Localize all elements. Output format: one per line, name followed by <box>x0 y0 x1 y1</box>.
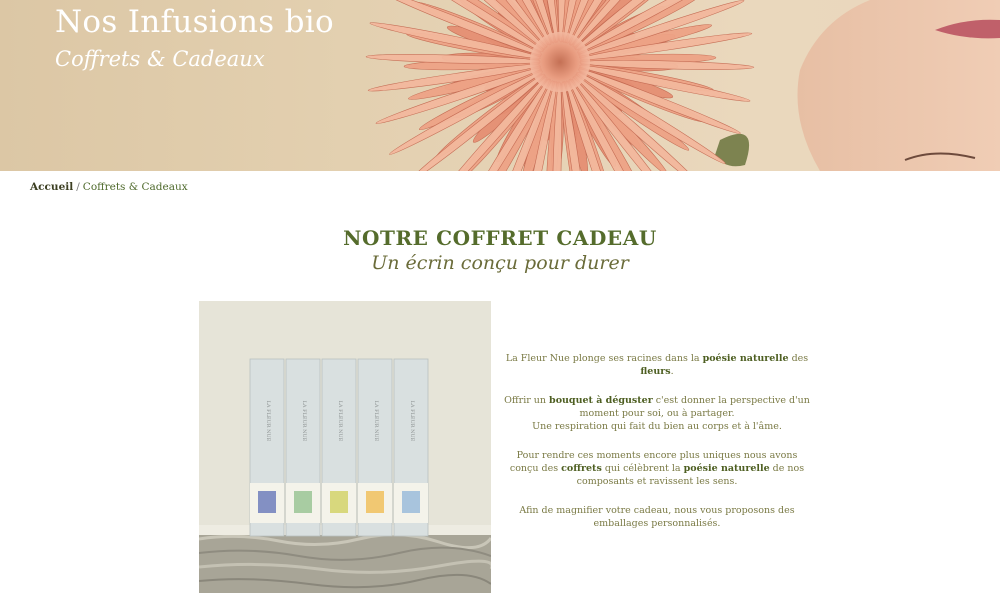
gift-box: LA FLEUR NUE <box>249 358 285 537</box>
paragraph-2: Offrir un bouquet à déguster c'est donne… <box>504 395 810 432</box>
svg-text:LA FLEUR NUE: LA FLEUR NUE <box>265 401 271 442</box>
gift-box: LA FLEUR NUE <box>393 358 429 537</box>
breadcrumb-current: Coffrets & Cadeaux <box>82 181 188 193</box>
svg-text:LA FLEUR NUE: LA FLEUR NUE <box>301 401 307 442</box>
page-subtitle: Coffrets & Cadeaux <box>55 47 265 71</box>
section-subheading: Un écrin conçu pour durer <box>371 252 629 274</box>
breadcrumb: Accueil / Coffrets & Cadeaux <box>30 181 188 193</box>
gift-box: LA FLEUR NUE <box>285 358 321 537</box>
svg-text:LA FLEUR NUE: LA FLEUR NUE <box>373 401 379 442</box>
paragraph-4: Afin de magnifier votre cadeau, nous vou… <box>519 505 795 529</box>
paragraph-3: Pour rendre ces moments encore plus uniq… <box>509 450 805 487</box>
breadcrumb-separator: / <box>76 181 80 193</box>
hero-banner: Nos Infusions bio Coffrets & Cadeaux <box>0 0 1000 171</box>
svg-text:LA FLEUR NUE: LA FLEUR NUE <box>337 401 343 442</box>
breadcrumb-home-link[interactable]: Accueil <box>30 181 73 193</box>
svg-text:LA FLEUR NUE: LA FLEUR NUE <box>409 401 415 442</box>
description-text: La Fleur Nue plonge ses racines dans la … <box>502 352 812 546</box>
page-title: Nos Infusions bio <box>55 4 334 40</box>
section-heading: NOTRE COFFRET CADEAU <box>343 226 657 250</box>
paragraph-1: La Fleur Nue plonge ses racines dans la … <box>505 353 809 377</box>
gift-box: LA FLEUR NUE <box>321 358 357 537</box>
gift-box: LA FLEUR NUE <box>357 358 393 537</box>
gift-box-photo: LA FLEUR NUE LA FLEUR NUE LA FLEUR NUE LA F… <box>199 301 491 593</box>
